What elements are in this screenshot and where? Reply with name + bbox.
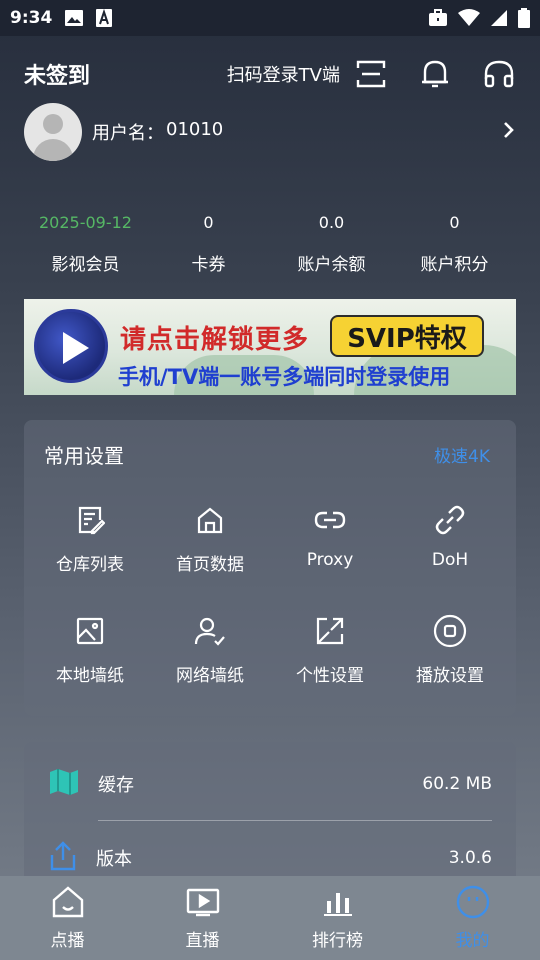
- edit-note-icon: [70, 500, 110, 540]
- nav-vod[interactable]: 点播: [0, 876, 135, 960]
- cache-value: 60.2 MB: [422, 774, 492, 794]
- nav-label: 点播: [50, 931, 85, 951]
- status-bar: 9:34: [0, 0, 540, 36]
- svip-banner[interactable]: 请点击解锁更多 SVIP特权 手机/TV端一账号多端同时登录使用: [24, 299, 516, 395]
- username: 用户名： 01010: [92, 119, 223, 145]
- settings-item-label: Proxy: [306, 550, 354, 570]
- stat-coupons[interactable]: 0 卡券: [147, 210, 270, 275]
- version-row[interactable]: 版本 3.0.6: [48, 838, 492, 878]
- settings-item-home-data[interactable]: 首页数据: [150, 500, 270, 575]
- settings-item-personalization[interactable]: 个性设置: [270, 611, 390, 686]
- settings-item-playback[interactable]: 播放设置: [390, 611, 510, 686]
- avatar[interactable]: [24, 103, 82, 161]
- play-logo-icon: [34, 309, 108, 383]
- settings-item-repo-list[interactable]: 仓库列表: [30, 500, 150, 575]
- settings-item-local-wallpaper[interactable]: 本地墙纸: [30, 611, 150, 686]
- stat-value: 0: [203, 213, 214, 232]
- stat-balance[interactable]: 0.0 账户余额: [270, 210, 393, 275]
- image-icon: [64, 9, 84, 27]
- font-icon: [96, 9, 113, 27]
- settings-item-label: 播放设置: [416, 666, 484, 686]
- settings-item-proxy[interactable]: Proxy: [270, 500, 390, 575]
- nav-label: 直播: [185, 931, 220, 951]
- stat-value: 2025-09-12: [39, 213, 132, 232]
- stat-label: 账户积分: [420, 255, 489, 275]
- settings-title: 常用设置: [44, 444, 124, 468]
- battery-icon: [518, 8, 530, 28]
- banner-subline: 手机/TV端一账号多端同时登录使用: [118, 365, 451, 389]
- signal-icon: [490, 9, 508, 27]
- link-icon: [310, 500, 350, 540]
- cache-row[interactable]: 缓存 60.2 MB: [48, 764, 492, 804]
- nav-label: 排行榜: [312, 931, 363, 951]
- play-box-icon: [185, 884, 221, 920]
- settings-card: 常用设置 极速4K 仓库列表 首页数据 Proxy DoH 本地墙纸 网络墙纸 …: [24, 420, 516, 716]
- nav-ranking[interactable]: 排行榜: [270, 876, 405, 960]
- svip-badge: SVIP特权: [330, 315, 484, 357]
- divider: [98, 820, 492, 821]
- home-smile-icon: [50, 884, 86, 920]
- page-title[interactable]: 未签到: [24, 58, 90, 90]
- stat-label: 卡券: [191, 255, 226, 275]
- settings-item-label: DoH: [431, 550, 469, 570]
- stop-circle-icon: [430, 611, 470, 651]
- bar-chart-icon: [320, 884, 356, 920]
- briefcase-icon: [428, 9, 448, 27]
- version-value: 3.0.6: [448, 848, 492, 868]
- smile-icon: [455, 884, 491, 920]
- home-icon: [190, 500, 230, 540]
- chain-icon: [430, 500, 470, 540]
- settings-item-label: 本地墙纸: [56, 666, 124, 686]
- username-label: 用户名：: [92, 123, 164, 144]
- user-check-icon: [190, 611, 230, 651]
- tv-login-label: 扫码登录TV端: [226, 65, 340, 86]
- chevron-right-icon[interactable]: [502, 121, 516, 143]
- settings-item-label: 仓库列表: [56, 555, 124, 575]
- speed-4k-link[interactable]: 极速4K: [434, 442, 490, 467]
- cache-label: 缓存: [98, 775, 134, 796]
- banner-headline: 请点击解锁更多: [120, 325, 310, 355]
- username-value: 01010: [166, 119, 224, 140]
- account-stats: 2025-09-12 影视会员 0 卡券 0.0 账户余额 0 账户积分: [24, 210, 516, 275]
- header: 未签到 扫码登录TV端: [24, 56, 516, 92]
- version-label: 版本: [96, 849, 132, 870]
- bell-icon[interactable]: [418, 57, 452, 91]
- nav-label: 我的: [455, 931, 490, 951]
- profile-row[interactable]: 用户名： 01010: [24, 103, 516, 161]
- stat-vip[interactable]: 2025-09-12 影视会员: [24, 210, 147, 275]
- share-icon: [48, 840, 78, 876]
- wifi-icon: [458, 9, 480, 27]
- image-icon: [70, 611, 110, 651]
- stat-value: 0: [449, 213, 460, 232]
- stat-points[interactable]: 0 账户积分: [393, 210, 516, 275]
- headset-icon[interactable]: [482, 57, 516, 91]
- tv-login-button[interactable]: 扫码登录TV端: [227, 57, 388, 91]
- expand-icon: [310, 611, 350, 651]
- settings-item-label: 个性设置: [296, 666, 364, 686]
- stat-value: 0.0: [318, 213, 345, 232]
- settings-item-label: 网络墙纸: [176, 666, 244, 686]
- stat-label: 影视会员: [51, 255, 120, 275]
- status-time: 9:34: [10, 8, 53, 28]
- settings-item-label: 首页数据: [176, 555, 244, 575]
- stat-label: 账户余额: [297, 255, 366, 275]
- scan-icon[interactable]: [354, 57, 388, 91]
- map-icon: [48, 768, 80, 800]
- bottom-nav: 点播 直播 排行榜 我的: [0, 876, 540, 960]
- settings-item-network-wallpaper[interactable]: 网络墙纸: [150, 611, 270, 686]
- nav-mine[interactable]: 我的: [405, 876, 540, 960]
- nav-live[interactable]: 直播: [135, 876, 270, 960]
- settings-item-doh[interactable]: DoH: [390, 500, 510, 575]
